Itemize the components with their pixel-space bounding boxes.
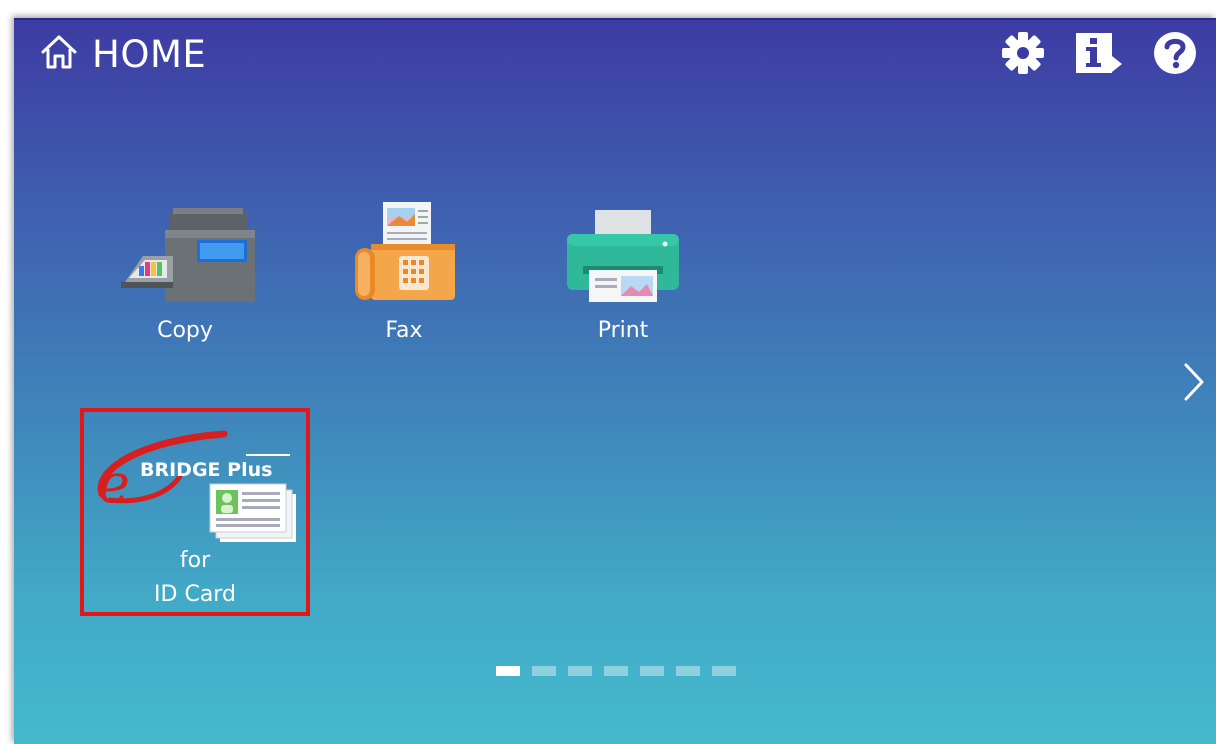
page-dot[interactable] [640, 666, 664, 676]
app-label: Print [597, 318, 649, 343]
page-indicator [496, 666, 736, 676]
app-label: Copy [157, 318, 213, 343]
fax-icon [329, 194, 479, 304]
logo-prefix: e [98, 452, 130, 515]
page-dot[interactable] [496, 666, 520, 676]
next-page-button[interactable] [1178, 360, 1210, 408]
info-icon [1074, 30, 1124, 80]
app-label: Fax [385, 318, 423, 343]
page-dot[interactable] [532, 666, 556, 676]
help-icon [1152, 30, 1198, 80]
home-screen: HOME Copy Fax Print e BRIDGE Plus for ID… [14, 18, 1216, 744]
e-bridge-id-card-icon: e BRIDGE Plus [84, 416, 306, 544]
page-dot[interactable] [712, 666, 736, 676]
printer-icon [548, 194, 698, 304]
app-ebridge-id-card[interactable]: e BRIDGE Plus for ID Card [80, 408, 310, 616]
app-label-line1: for [179, 548, 211, 573]
help-button[interactable] [1150, 30, 1200, 80]
chevron-right-icon [1183, 362, 1205, 406]
info-button[interactable] [1074, 30, 1124, 80]
app-copy[interactable]: Copy [80, 194, 290, 348]
top-edge [14, 18, 1216, 20]
app-print[interactable]: Print [518, 194, 728, 348]
page-dot[interactable] [604, 666, 628, 676]
settings-button[interactable] [998, 30, 1048, 80]
gear-icon [1000, 30, 1046, 80]
home-title-label: HOME [92, 32, 207, 76]
app-fax[interactable]: Fax [299, 194, 509, 348]
home-icon[interactable] [40, 34, 78, 74]
page-dot[interactable] [676, 666, 700, 676]
top-toolbar [998, 30, 1200, 80]
copier-icon [110, 194, 260, 304]
page-dot[interactable] [568, 666, 592, 676]
app-label-line2: ID Card [154, 582, 236, 607]
logo-text: BRIDGE Plus [140, 459, 272, 481]
page-title: HOME [40, 32, 206, 76]
